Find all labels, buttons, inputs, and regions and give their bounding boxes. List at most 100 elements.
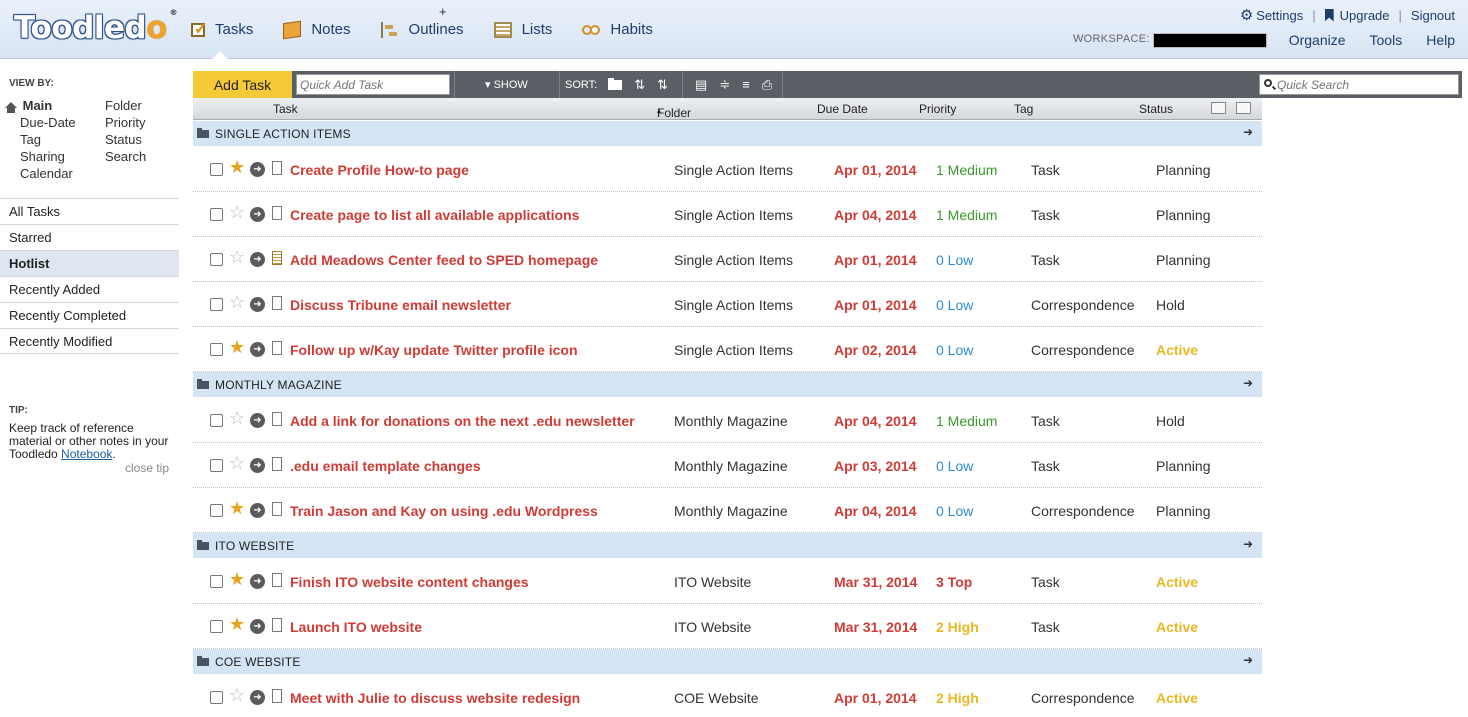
subtask-arrow-icon[interactable]: ➜ (250, 252, 265, 267)
star-icon[interactable]: ☆ (229, 454, 245, 472)
task-tag[interactable]: Task (1031, 619, 1060, 635)
task-status[interactable]: Planning (1156, 207, 1211, 223)
collapse-icon[interactable]: ≑ (719, 77, 730, 93)
task-folder[interactable]: Monthly Magazine (674, 413, 788, 429)
close-tip-link[interactable]: close tip (125, 461, 169, 475)
expand-arrow-icon[interactable]: ➜ (1243, 653, 1253, 667)
col-folder[interactable]: Folder ▴ (657, 102, 691, 120)
task-priority[interactable]: 0 Low (936, 458, 973, 474)
task-status[interactable]: Active (1156, 619, 1198, 635)
subtask-arrow-icon[interactable]: ➜ (250, 207, 265, 222)
task-tag[interactable]: Correspondence (1031, 297, 1135, 313)
expand-arrow-icon[interactable]: ➜ (1243, 537, 1253, 551)
gear-icon[interactable]: ⚙ (1240, 6, 1253, 24)
task-status[interactable]: Active (1156, 690, 1198, 706)
task-due-date[interactable]: Apr 01, 2014 (834, 690, 917, 706)
task-status[interactable]: Active (1156, 342, 1198, 358)
list-recently-modified[interactable]: Recently Modified (0, 328, 179, 354)
show-menu[interactable]: ▾ SHOW (485, 78, 555, 91)
task-priority[interactable]: 0 Low (936, 252, 973, 268)
complete-checkbox[interactable] (210, 343, 223, 356)
nav-outlines[interactable]: Outlines (380, 0, 494, 59)
complete-checkbox[interactable] (210, 504, 223, 517)
subtask-arrow-icon[interactable]: ➜ (250, 342, 265, 357)
star-icon[interactable]: ★ (229, 615, 245, 633)
subtask-arrow-icon[interactable]: ➜ (250, 574, 265, 589)
nav-lists[interactable]: Lists (493, 0, 583, 59)
task-folder[interactable]: COE Website (674, 690, 759, 706)
task-status[interactable]: Planning (1156, 252, 1211, 268)
tools-menu[interactable]: Tools (1370, 32, 1403, 48)
complete-checkbox[interactable] (210, 575, 223, 588)
sort-folder-icon[interactable] (608, 77, 623, 90)
expand-arrow-icon[interactable]: ➜ (1243, 125, 1253, 139)
quick-add-plus-icon[interactable]: + (439, 4, 447, 19)
task-status[interactable]: Active (1156, 574, 1198, 590)
task-title[interactable]: Create Profile How-to page (290, 162, 469, 178)
add-task-button[interactable]: Add Task (193, 71, 292, 98)
star-icon[interactable]: ★ (229, 158, 245, 176)
task-due-date[interactable]: Apr 04, 2014 (834, 207, 917, 223)
viewby-priority[interactable]: Priority (105, 114, 146, 131)
subtask-arrow-icon[interactable]: ➜ (250, 297, 265, 312)
subtask-arrow-icon[interactable]: ➜ (250, 162, 265, 177)
note-icon[interactable] (272, 296, 282, 310)
add-column-icon[interactable] (1211, 102, 1226, 114)
sort-secondary-icon[interactable]: ⇅ (657, 77, 668, 93)
task-folder[interactable]: Single Action Items (674, 252, 793, 268)
task-priority[interactable]: 2 High (936, 619, 979, 635)
task-due-date[interactable]: Apr 04, 2014 (834, 413, 917, 429)
settings-link[interactable]: Settings (1256, 8, 1303, 23)
col-priority[interactable]: Priority (919, 102, 956, 116)
folder-group-header[interactable]: SINGLE ACTION ITEMS ➜ (193, 121, 1262, 146)
task-title[interactable]: Follow up w/Kay update Twitter profile i… (290, 342, 578, 358)
subtask-arrow-icon[interactable]: ➜ (250, 458, 265, 473)
task-row[interactable]: ★ ➜ Finish ITO website content changes ITO … (193, 559, 1262, 604)
task-tag[interactable]: Task (1031, 207, 1060, 223)
task-priority[interactable]: 0 Low (936, 297, 973, 313)
task-row[interactable]: ★ ➜ Follow up w/Kay update Twitter profile… (193, 327, 1262, 372)
task-due-date[interactable]: Apr 02, 2014 (834, 342, 917, 358)
note-icon[interactable] (272, 206, 282, 220)
task-title[interactable]: Launch ITO website (290, 619, 422, 635)
task-due-date[interactable]: Apr 01, 2014 (834, 162, 917, 178)
view-notes-icon[interactable]: ▤ (695, 77, 707, 93)
complete-checkbox[interactable] (210, 620, 223, 633)
task-due-date[interactable]: Mar 31, 2014 (834, 574, 917, 590)
task-priority[interactable]: 3 Top (936, 574, 972, 590)
complete-checkbox[interactable] (210, 163, 223, 176)
subtask-arrow-icon[interactable]: ➜ (250, 413, 265, 428)
note-icon[interactable] (272, 161, 282, 175)
sort-priority-icon[interactable]: ⇅ (634, 77, 645, 93)
task-tag[interactable]: Task (1031, 252, 1060, 268)
task-folder[interactable]: Monthly Magazine (674, 458, 788, 474)
task-folder[interactable]: Single Action Items (674, 342, 793, 358)
viewby-folder[interactable]: Folder (105, 97, 146, 114)
column-settings-icon[interactable] (1236, 102, 1251, 114)
viewby-sharing[interactable]: Sharing (5, 148, 76, 165)
task-title[interactable]: Train Jason and Kay on using .edu Wordpr… (290, 503, 598, 519)
note-icon[interactable] (272, 618, 282, 632)
task-folder[interactable]: Single Action Items (674, 297, 793, 313)
quick-search-input[interactable] (1259, 74, 1459, 95)
note-icon[interactable] (272, 341, 282, 355)
complete-checkbox[interactable] (210, 298, 223, 311)
quick-add-input[interactable] (296, 74, 450, 95)
task-row[interactable]: ☆ ➜ Create page to list all available appl… (193, 192, 1262, 237)
task-status[interactable]: Hold (1156, 297, 1185, 313)
task-folder[interactable]: Monthly Magazine (674, 503, 788, 519)
col-tag[interactable]: Tag (1014, 102, 1033, 116)
organize-menu[interactable]: Organize (1289, 32, 1346, 48)
viewby-tag[interactable]: Tag (5, 131, 76, 148)
subtask-arrow-icon[interactable]: ➜ (250, 619, 265, 634)
task-status[interactable]: Planning (1156, 162, 1211, 178)
list-all-tasks[interactable]: All Tasks (0, 198, 179, 224)
star-icon[interactable]: ★ (229, 338, 245, 356)
note-icon[interactable] (272, 251, 282, 265)
task-title[interactable]: Create page to list all available applic… (290, 207, 579, 223)
task-tag[interactable]: Correspondence (1031, 503, 1135, 519)
task-title[interactable]: Add a link for donations on the next .ed… (290, 413, 635, 429)
task-title[interactable]: Finish ITO website content changes (290, 574, 529, 590)
task-due-date[interactable]: Apr 01, 2014 (834, 297, 917, 313)
star-icon[interactable]: ☆ (229, 203, 245, 221)
